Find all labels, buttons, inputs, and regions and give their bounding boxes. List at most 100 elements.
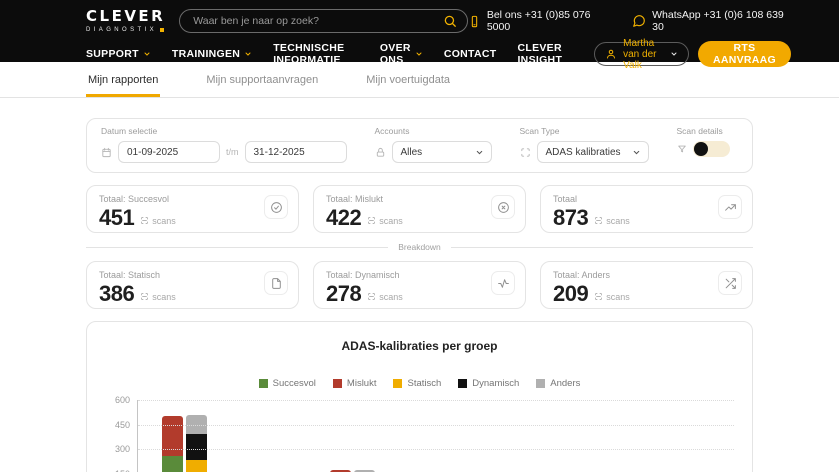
check-circle-icon[interactable] xyxy=(264,195,288,219)
chevron-down-icon xyxy=(143,50,151,58)
divider-label: Breakdown xyxy=(398,242,441,252)
whatsapp-contact[interactable]: WhatsApp +31 (0)6 108 639 30 xyxy=(632,9,791,33)
stat-value: 451 xyxy=(99,207,134,229)
legend-swatch xyxy=(259,379,268,388)
filter-funnel-icon xyxy=(677,144,687,154)
segment-succesvol xyxy=(162,456,183,472)
legend-swatch xyxy=(333,379,342,388)
nav-label: CONTACT xyxy=(444,48,497,60)
user-name: Martha van der Valk xyxy=(623,38,664,71)
main-content: Datum selectie t/m Accounts Alles xyxy=(0,98,839,472)
chevron-down-icon xyxy=(244,50,252,58)
chart-title: ADAS-kalibraties per groep xyxy=(105,339,734,353)
search-icon[interactable] xyxy=(443,14,457,28)
whatsapp-icon xyxy=(632,14,646,28)
legend-item-mislukt: Mislukt xyxy=(333,378,377,389)
date-from-input[interactable] xyxy=(118,141,220,163)
scan-frame-icon xyxy=(520,147,531,158)
nav-label: TRAININGEN xyxy=(172,48,240,60)
user-menu[interactable]: Martha van der Valk xyxy=(594,42,689,66)
stat-card-anders: Totaal: Anders 209 scans xyxy=(540,261,753,309)
shuffle-icon[interactable] xyxy=(718,271,742,295)
tab-mijn-voertuigdata[interactable]: Mijn voertuigdata xyxy=(364,62,452,97)
document-icon[interactable] xyxy=(264,271,288,295)
rts-aanvraag-button[interactable]: RTS AANVRAAG xyxy=(698,41,791,67)
scan-type-selected-value: ADAS kalibraties xyxy=(546,147,621,158)
chevron-down-icon xyxy=(632,148,641,157)
date-filter-label: Datum selectie xyxy=(101,126,347,136)
scan-type-filter-label: Scan Type xyxy=(520,126,649,136)
stacked-bar xyxy=(186,415,207,472)
chevron-down-icon xyxy=(415,50,423,58)
gridline xyxy=(138,400,734,401)
scan-mini-icon xyxy=(367,292,376,301)
y-tick-label: 300 xyxy=(115,444,130,454)
calendar-icon xyxy=(101,147,112,158)
logo[interactable]: CLEVER DIAGNOSTIX xyxy=(86,9,165,33)
nav-item-support[interactable]: SUPPORT xyxy=(86,48,151,60)
stat-card-totaal: Totaal 873 scans xyxy=(540,185,753,233)
stat-unit-label: scans xyxy=(379,216,403,226)
chart-plot xyxy=(137,400,734,472)
chart-legend: SuccesvolMisluktStatischDynamischAnders xyxy=(105,378,734,389)
stat-value: 422 xyxy=(326,207,361,229)
search-input[interactable] xyxy=(193,15,443,27)
stat-label: Totaal: Mislukt xyxy=(326,194,513,204)
whatsapp-label: WhatsApp +31 (0)6 108 639 30 xyxy=(652,9,791,33)
nav-item-clever-insight[interactable]: CLEVER INSIGHT xyxy=(517,42,573,66)
x-circle-icon[interactable] xyxy=(491,195,515,219)
trend-up-icon[interactable] xyxy=(718,195,742,219)
legend-label: Dynamisch xyxy=(472,378,519,389)
scan-mini-icon xyxy=(140,292,149,301)
tab-mijn-supportaanvragen[interactable]: Mijn supportaanvragen xyxy=(204,62,320,97)
nav-item-trainingen[interactable]: TRAININGEN xyxy=(172,48,252,60)
legend-swatch xyxy=(458,379,467,388)
accounts-filter-group: Accounts Alles xyxy=(375,126,492,163)
tab-mijn-rapporten[interactable]: Mijn rapporten xyxy=(86,62,160,97)
phone-label: Bel ons +31 (0)85 076 5000 xyxy=(487,9,610,33)
logo-accent-dot xyxy=(160,28,164,32)
lock-icon xyxy=(375,147,386,158)
user-icon xyxy=(605,48,617,60)
divider-line xyxy=(451,247,753,248)
stat-card-succesvol: Totaal: Succesvol 451 scans xyxy=(86,185,299,233)
scan-type-select[interactable]: ADAS kalibraties xyxy=(537,141,649,163)
date-filter-group: Datum selectie t/m xyxy=(101,126,347,163)
chart-y-axis: 0150300450600 xyxy=(105,400,137,472)
chart-bars xyxy=(138,400,734,472)
header: CLEVER DIAGNOSTIX Bel ons +31 (0)85 076 … xyxy=(0,0,839,62)
chevron-down-icon xyxy=(670,50,678,58)
toggle-knob xyxy=(694,142,708,156)
logo-title: CLEVER xyxy=(86,9,165,24)
gridline xyxy=(138,425,734,426)
nav-item-contact[interactable]: CONTACT xyxy=(444,48,497,60)
tab-bar: Mijn rapporten Mijn supportaanvragen Mij… xyxy=(0,62,839,98)
stat-label: Totaal: Statisch xyxy=(99,270,286,280)
accounts-select[interactable]: Alles xyxy=(392,141,492,163)
scan-details-filter-label: Scan details xyxy=(677,126,730,136)
date-separator: t/m xyxy=(226,147,239,157)
stat-unit-label: scans xyxy=(379,292,403,302)
scan-mini-icon xyxy=(140,216,149,225)
nav-label: SUPPORT xyxy=(86,48,139,60)
logo-subtitle: DIAGNOSTIX xyxy=(86,27,157,33)
stat-card-dynamisch: Totaal: Dynamisch 278 scans xyxy=(313,261,526,309)
legend-item-anders: Anders xyxy=(536,378,580,389)
stat-value: 278 xyxy=(326,283,361,305)
chart-card: ADAS-kalibraties per groep SuccesvolMisl… xyxy=(86,321,753,472)
segment-dynamisch xyxy=(186,434,207,460)
gridline xyxy=(138,449,734,450)
stat-value: 873 xyxy=(553,207,588,229)
accounts-filter-label: Accounts xyxy=(375,126,492,136)
scan-details-toggle[interactable] xyxy=(693,141,730,157)
phone-contact[interactable]: Bel ons +31 (0)85 076 5000 xyxy=(468,9,610,33)
activity-icon[interactable] xyxy=(491,271,515,295)
stat-label: Totaal: Dynamisch xyxy=(326,270,513,280)
y-tick-label: 600 xyxy=(115,395,130,405)
stat-unit-label: scans xyxy=(152,292,176,302)
scan-mini-icon xyxy=(594,292,603,301)
stat-unit-label: scans xyxy=(606,292,630,302)
scan-mini-icon xyxy=(367,216,376,225)
y-tick-label: 450 xyxy=(115,420,130,430)
date-to-input[interactable] xyxy=(245,141,347,163)
